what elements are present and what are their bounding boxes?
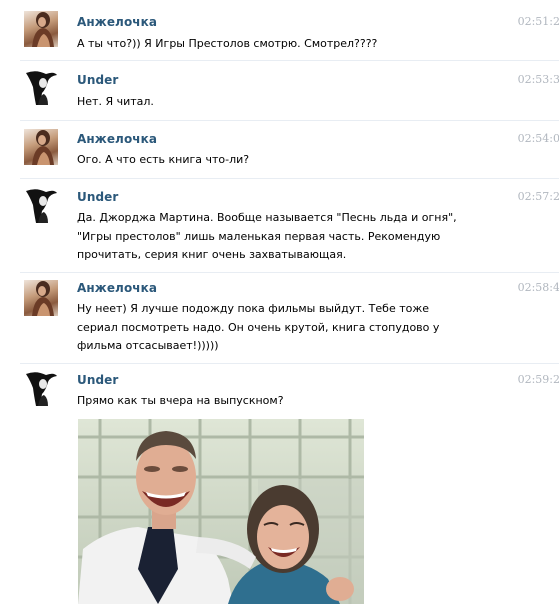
message-line: сериал посмотреть надо. Он очень крутой,… xyxy=(77,320,440,334)
avatar[interactable] xyxy=(24,280,58,316)
message-line: фильма отсасывает!))))) xyxy=(77,339,219,352)
message-line: Ну неет) Я лучше подожду пока фильмы вый… xyxy=(77,302,430,315)
divider xyxy=(20,120,559,121)
message-line: Да. Джорджа Мартина. Вообще называется "… xyxy=(77,211,457,224)
message-line: А ты что?)) Я Игры Престолов смотрю. Смо… xyxy=(77,37,378,50)
message-time: 02:59:24 xyxy=(517,373,559,386)
message-text: Да. Джорджа Мартина. Вообще называется "… xyxy=(77,209,477,265)
message-author[interactable]: Анжелочка xyxy=(77,132,157,146)
avatar[interactable] xyxy=(24,11,58,47)
message-line: прочитать, серия книг очень захватывающа… xyxy=(77,248,347,261)
message-line: Нет. Я читал. xyxy=(77,95,154,108)
message-author[interactable]: Under xyxy=(77,73,118,87)
avatar[interactable] xyxy=(24,69,58,105)
divider xyxy=(20,178,559,179)
message-author[interactable]: Анжелочка xyxy=(77,15,157,29)
divider xyxy=(20,60,559,61)
message-text: Нет. Я читал. xyxy=(77,93,477,112)
message-author[interactable]: Under xyxy=(77,373,118,387)
message-line: "Игры престолов" лишь маленькая первая ч… xyxy=(77,229,441,243)
avatar[interactable] xyxy=(24,129,58,165)
message-author[interactable]: Анжелочка xyxy=(77,281,157,295)
message-text: Ну неет) Я лучше подожду пока фильмы вый… xyxy=(77,300,477,356)
avatar[interactable] xyxy=(24,187,58,223)
message-text: Прямо как ты вчера на выпускном? xyxy=(77,392,477,411)
message-line: Прямо как ты вчера на выпускном? xyxy=(77,394,284,407)
message-line: Ого. А что есть книга что-ли? xyxy=(77,153,250,166)
message-time: 02:53:35 xyxy=(517,73,559,86)
message-author[interactable]: Under xyxy=(77,190,118,204)
avatar[interactable] xyxy=(24,370,58,406)
divider xyxy=(20,363,559,364)
divider xyxy=(20,272,559,273)
message-time: 02:51:25 xyxy=(517,15,559,28)
message-text: Ого. А что есть книга что-ли? xyxy=(77,151,477,170)
photo-attachment[interactable] xyxy=(78,419,364,604)
message-text: А ты что?)) Я Игры Престолов смотрю. Смо… xyxy=(77,35,477,54)
message-time: 02:54:05 xyxy=(517,132,559,145)
message-time: 02:57:21 xyxy=(517,190,559,203)
message-time: 02:58:46 xyxy=(517,281,559,294)
